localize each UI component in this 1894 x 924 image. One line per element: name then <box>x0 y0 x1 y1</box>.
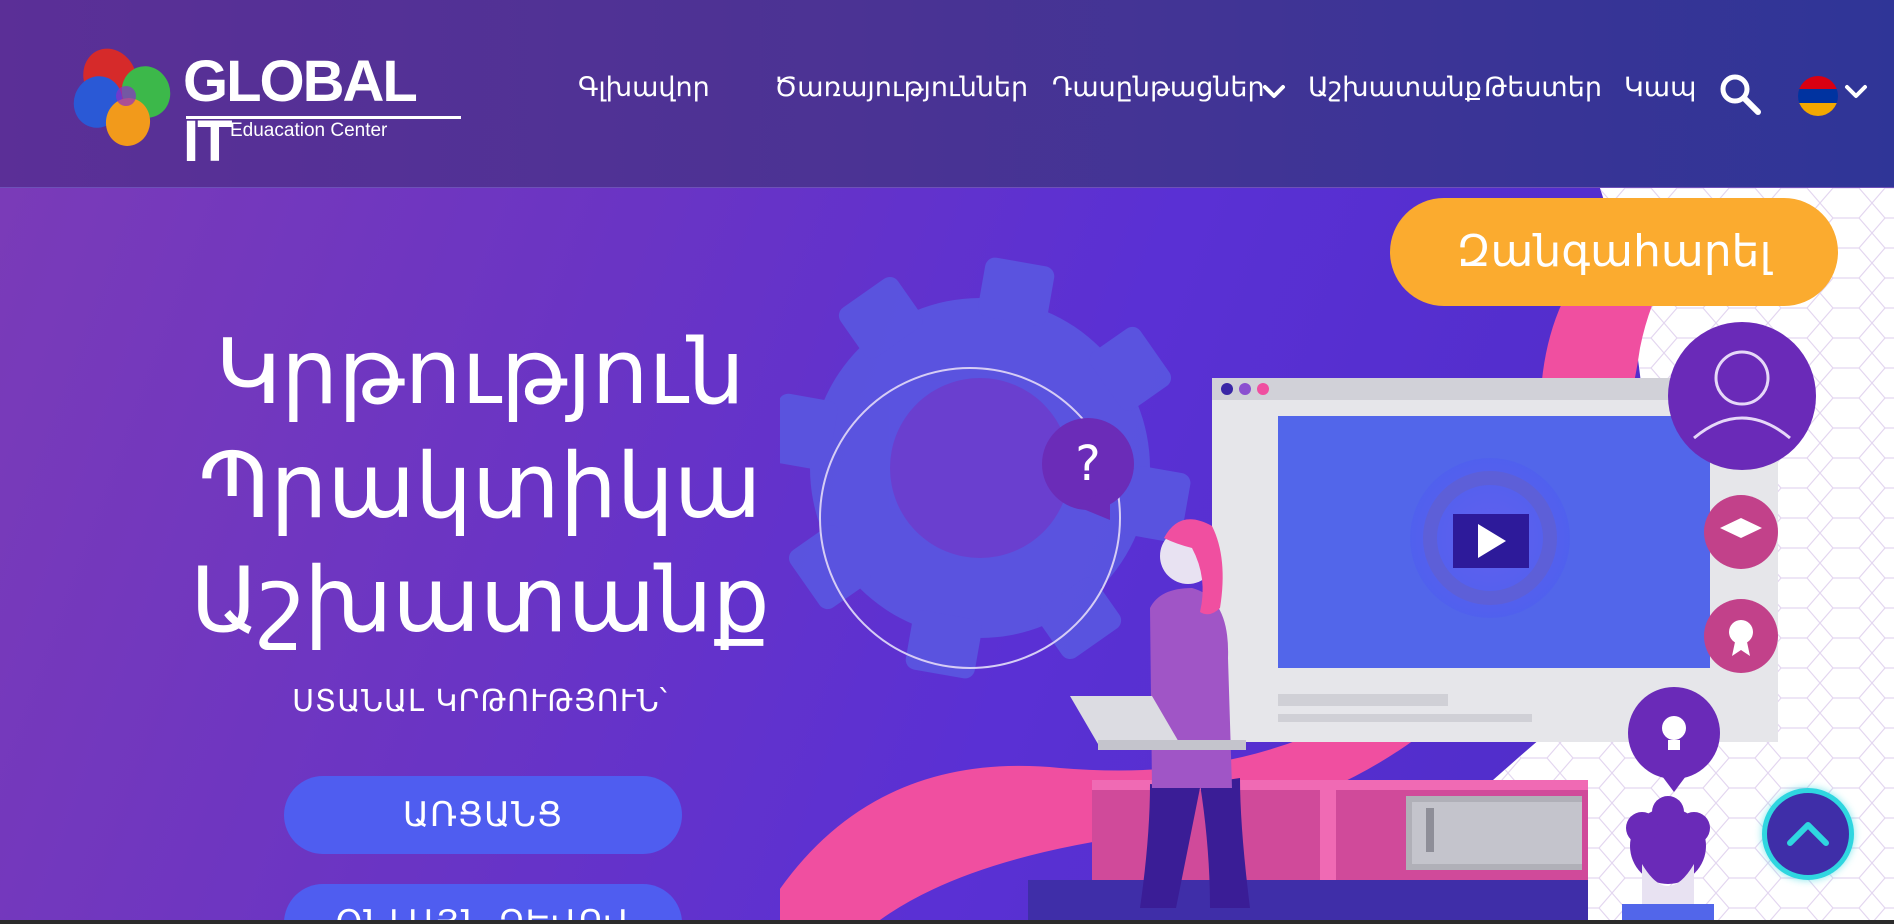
logo-divider <box>186 116 461 119</box>
online-button[interactable]: ՕՆԼԱՅՆ ՁԵՎՈՎ <box>284 884 682 920</box>
site-header: GLOBAL IT Eduacation Center Գլխավոր Ծառա… <box>0 0 1894 188</box>
chevron-up-icon <box>1787 822 1829 846</box>
hero-title-line: Պրակտիկա <box>198 434 762 539</box>
hero-title: Կրթություն Պրակտիկա Աշխատանք <box>180 316 780 658</box>
nav-item-services[interactable]: Ծառայություններ <box>774 72 1028 103</box>
logo-subtitle: Eduacation Center <box>230 120 388 141</box>
nav-item-jobs[interactable]: Աշխատանք <box>1308 72 1482 103</box>
armenian-flag-icon[interactable] <box>1798 76 1838 116</box>
logo-title: GLOBAL IT <box>183 49 417 174</box>
search-icon[interactable] <box>1718 72 1762 116</box>
svg-text:?: ? <box>1075 436 1100 492</box>
nav-item-contact[interactable]: Կապ <box>1624 72 1696 103</box>
hero-subtitle: ՍՏԱՆԱԼ ԿՐԹՈՒԹՅՈՒՆ՝ <box>292 684 668 719</box>
hero-title-line: Կրթություն <box>215 320 745 425</box>
logo-mark-icon <box>73 48 171 146</box>
chevron-down-icon[interactable] <box>1844 84 1868 100</box>
bottom-edge <box>0 920 1894 924</box>
hero-title-line: Աշխատանք <box>190 548 770 653</box>
scroll-to-top-button[interactable] <box>1762 788 1854 880</box>
logo[interactable]: GLOBAL IT Eduacation Center <box>70 36 470 172</box>
nav-item-home[interactable]: Գլխավոր <box>578 72 710 103</box>
chevron-down-icon[interactable] <box>1262 84 1286 100</box>
nav-item-tests[interactable]: Թեստեր <box>1484 72 1602 103</box>
nav-item-courses[interactable]: Դասընթացներ <box>1052 72 1265 103</box>
hero-section: ? Կրթություն Պրակտիկա Աշխատանք ՍՏԱՆԱԼ ԿՐ… <box>0 188 1894 920</box>
in-person-button[interactable]: ԱՌՑԱՆՑ <box>284 776 682 854</box>
call-button[interactable]: Զանգահարել <box>1390 198 1838 306</box>
